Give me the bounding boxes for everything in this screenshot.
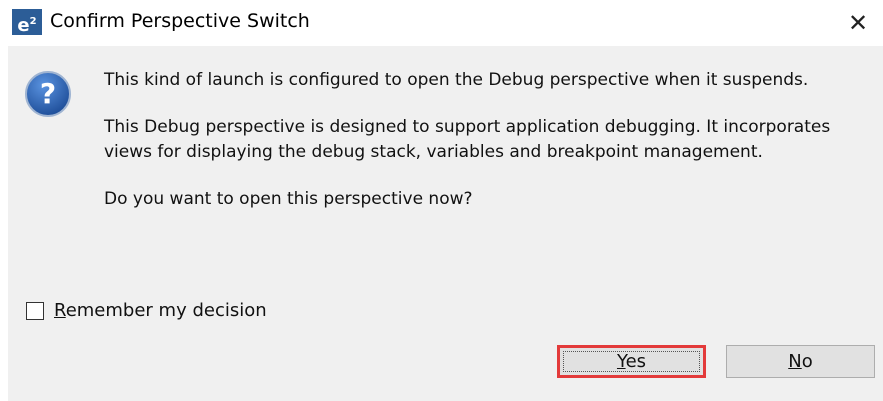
message-line-question: Do you want to open this perspective now… (104, 189, 473, 209)
app-logo: e2 (12, 9, 42, 36)
app-logo-superscript: 2 (29, 16, 37, 27)
message-line-launch: This kind of launch is configured to ope… (104, 70, 809, 90)
remember-decision-label[interactable]: Remember my decision (54, 300, 267, 321)
dialog-body: ? This kind of launch is configured to o… (8, 46, 883, 401)
remember-mnemonic: R (54, 300, 66, 321)
confirm-perspective-switch-dialog: e2 Confirm Perspective Switch ✕ ? This k… (0, 0, 883, 401)
yes-button-focus-ring (563, 351, 700, 372)
remember-decision-checkbox-row[interactable]: Remember my decision (26, 300, 267, 321)
question-icon: ? (25, 71, 71, 117)
no-button[interactable]: No (726, 345, 875, 378)
message-line-description: This Debug perspective is designed to su… (104, 117, 831, 162)
app-logo-letter: e (17, 15, 30, 36)
svg-text:?: ? (40, 77, 56, 110)
title-bar: e2 Confirm Perspective Switch ✕ (0, 0, 883, 46)
message-text: This kind of launch is configured to ope… (104, 68, 874, 234)
close-icon[interactable]: ✕ (841, 6, 875, 40)
yes-button[interactable]: Yes (557, 345, 706, 378)
dialog-title: Confirm Perspective Switch (50, 10, 310, 32)
remember-label-rest: emember my decision (65, 300, 267, 321)
no-label-rest: o (801, 351, 813, 372)
no-mnemonic: N (788, 351, 802, 372)
remember-decision-checkbox[interactable] (26, 301, 44, 320)
